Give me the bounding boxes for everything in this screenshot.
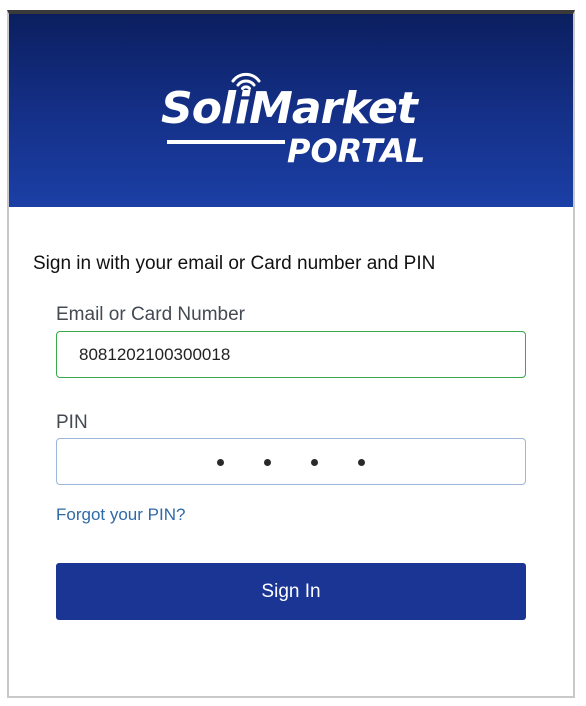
pin-input[interactable] <box>56 438 526 485</box>
pin-mask-dot <box>358 459 365 467</box>
solimarket-portal-logo: SoliMarket PORTAL <box>161 69 431 179</box>
login-card: SoliMarket PORTAL Sign in with your emai… <box>7 10 575 698</box>
logo-underline <box>167 140 285 144</box>
pin-mask-dot <box>217 459 224 467</box>
logo-subtitle: PORTAL <box>287 132 426 170</box>
email-label: Email or Card Number <box>56 304 245 325</box>
pin-label: PIN <box>56 412 88 433</box>
signin-instructions: Sign in with your email or Card number a… <box>33 253 436 274</box>
email-card-input[interactable]: 8081202100300018 <box>56 331 526 378</box>
logo-wordmark: SoliMarket <box>161 83 418 134</box>
sign-in-button[interactable]: Sign In <box>56 563 526 620</box>
pin-mask-dots <box>197 440 385 485</box>
forgot-pin-link[interactable]: Forgot your PIN? <box>56 505 185 525</box>
portal-header: SoliMarket PORTAL <box>9 14 573 207</box>
pin-mask-dot <box>311 459 318 467</box>
pin-mask-dot <box>264 459 271 467</box>
